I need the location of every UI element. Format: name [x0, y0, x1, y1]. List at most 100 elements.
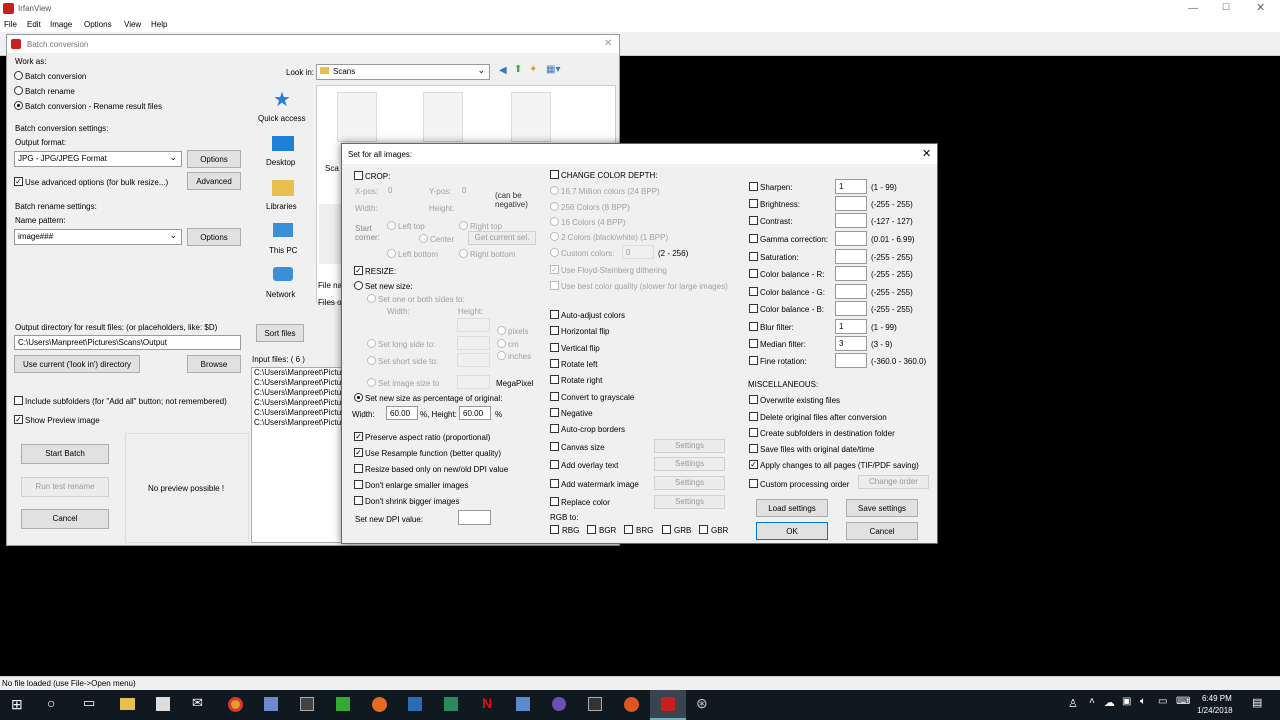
color-depth-checkbox[interactable] [550, 170, 559, 179]
adjust-checkbox[interactable] [749, 304, 758, 313]
menu-view[interactable]: View [124, 20, 141, 29]
close-icon[interactable]: ✕ [1256, 1, 1265, 14]
corner-right-bottom-radio[interactable] [459, 249, 468, 258]
depth-custom-radio[interactable] [550, 248, 559, 257]
overlay-settings-button[interactable]: Settings [654, 457, 725, 471]
file-thumbnail[interactable] [423, 92, 463, 142]
task-view-icon[interactable]: ▭ [83, 695, 95, 711]
depth-4-radio[interactable] [550, 217, 559, 226]
sort-files-button[interactable]: Sort files [256, 324, 304, 342]
place-network[interactable]: Network [266, 290, 295, 299]
adjust-input[interactable] [835, 213, 867, 228]
overwrite-checkbox[interactable] [749, 395, 758, 404]
name-pattern-select[interactable]: image### [14, 228, 182, 245]
list-item[interactable]: C:\Users\Manpreet\Pictur [252, 418, 342, 428]
adjust-input[interactable] [835, 266, 867, 281]
minimize-icon[interactable]: — [1188, 3, 1198, 14]
clock-time[interactable]: 6:49 PM [1202, 694, 1232, 703]
preserve-aspect-checkbox[interactable]: ✓ [354, 432, 363, 441]
mode-conversion-rename-radio[interactable] [14, 101, 23, 110]
resize-checkbox[interactable]: ✓ [354, 266, 363, 275]
adjust-checkbox[interactable] [749, 269, 758, 278]
corner-left-top-radio[interactable] [387, 221, 396, 230]
ypos-input[interactable]: 0 [459, 184, 493, 197]
file-thumbnail[interactable] [511, 92, 551, 142]
use-current-dir-button[interactable]: Use current ('look in') directory [14, 355, 140, 373]
megapixel-input[interactable] [457, 375, 490, 389]
onedrive-icon[interactable]: ☁ [1104, 696, 1115, 709]
output-dir-input[interactable]: C:\Users\Manpreet\Pictures\Scans\Output [14, 335, 241, 350]
adjust-input[interactable]: 3 [835, 336, 867, 351]
windows-start-icon[interactable]: ⊞ [11, 696, 23, 713]
adjust-checkbox[interactable] [749, 339, 758, 348]
list-item[interactable]: C:\Users\Manpreet\Pictur [252, 398, 342, 408]
browse-button[interactable]: Browse [187, 355, 241, 373]
crop-checkbox[interactable] [354, 171, 363, 180]
chrome-icon[interactable] [228, 697, 243, 712]
pct-width-input[interactable]: 60.00 [386, 406, 418, 420]
app-icon[interactable] [444, 697, 458, 711]
adjust-checkbox[interactable] [749, 356, 758, 365]
corner-left-bottom-radio[interactable] [387, 249, 396, 258]
input-files-list[interactable]: C:\Users\Manpreet\Pictur C:\Users\Manpre… [251, 367, 343, 543]
xpos-input[interactable]: 0 [385, 184, 419, 197]
auto-crop-checkbox[interactable] [550, 424, 559, 433]
all-pages-checkbox[interactable]: ✓ [749, 460, 758, 469]
up-folder-icon[interactable]: ⬆ [514, 64, 522, 75]
format-options-button[interactable]: Options [187, 150, 241, 168]
short-side-input[interactable] [457, 353, 490, 367]
create-subfolders-checkbox[interactable] [749, 428, 758, 437]
rs-height-input[interactable] [457, 318, 490, 332]
adjust-checkbox[interactable] [749, 287, 758, 296]
menu-options[interactable]: Options [84, 20, 112, 29]
resample-checkbox[interactable]: ✓ [354, 448, 363, 457]
dialog-cancel-button[interactable]: Cancel [846, 522, 918, 540]
load-settings-button[interactable]: Load settings [756, 499, 828, 517]
place-quick-access[interactable]: Quick access [258, 114, 306, 123]
place-libraries[interactable]: Libraries [266, 202, 297, 211]
delete-originals-checkbox[interactable] [749, 412, 758, 421]
mail-icon[interactable]: ✉ [192, 695, 203, 711]
netflix-icon[interactable]: N [482, 695, 492, 711]
replace-color-checkbox[interactable] [550, 497, 559, 506]
desktop-icon[interactable] [272, 136, 294, 151]
quick-access-icon[interactable]: ★ [273, 87, 291, 112]
battery-icon[interactable]: ▭ [1158, 696, 1167, 707]
original-date-checkbox[interactable] [749, 444, 758, 453]
adjust-input[interactable] [835, 249, 867, 264]
app-icon[interactable] [264, 697, 278, 711]
run-test-rename-button[interactable]: Run test rename [21, 477, 109, 497]
mode-batch-rename-radio[interactable] [14, 86, 23, 95]
file-explorer-icon[interactable] [120, 698, 135, 710]
dialog-close-icon[interactable]: ✕ [922, 147, 931, 160]
vertical-flip-checkbox[interactable] [550, 343, 559, 352]
rgb-grb-checkbox[interactable] [662, 525, 671, 534]
keyboard-icon[interactable]: ⌨ [1176, 696, 1190, 707]
pct-height-input[interactable]: 60.00 [459, 406, 491, 420]
advanced-checkbox[interactable]: ✓ [14, 177, 23, 186]
floyd-checkbox[interactable]: ✓ [550, 265, 559, 274]
libraries-icon[interactable] [272, 180, 294, 196]
menu-image[interactable]: Image [50, 20, 72, 29]
corner-right-top-radio[interactable] [459, 221, 468, 230]
list-item[interactable]: C:\Users\Manpreet\Pictur [252, 388, 342, 398]
rgb-bgr-checkbox[interactable] [587, 525, 596, 534]
maximize-icon[interactable]: ☐ [1222, 2, 1230, 13]
view-menu-icon[interactable]: ▦▾ [546, 64, 560, 75]
auto-adjust-checkbox[interactable] [550, 310, 559, 319]
adjust-checkbox[interactable] [749, 199, 758, 208]
back-icon[interactable]: ◀ [499, 65, 507, 76]
rgb-rbg-checkbox[interactable] [550, 525, 559, 534]
menu-file[interactable]: File [4, 20, 17, 29]
depth-8-radio[interactable] [550, 202, 559, 211]
app-icon[interactable] [336, 697, 350, 711]
output-format-select[interactable]: JPG - JPG/JPEG Format [14, 150, 182, 167]
adjust-checkbox[interactable] [749, 216, 758, 225]
ok-button[interactable]: OK [756, 522, 828, 540]
adjust-input[interactable] [835, 301, 867, 316]
dpi-input[interactable] [458, 510, 491, 525]
corner-center-radio[interactable] [419, 234, 428, 243]
mode-batch-conversion-radio[interactable] [14, 71, 23, 80]
replace-color-settings-button[interactable]: Settings [654, 495, 725, 509]
list-item[interactable]: C:\Users\Manpreet\Pictur [252, 408, 342, 418]
